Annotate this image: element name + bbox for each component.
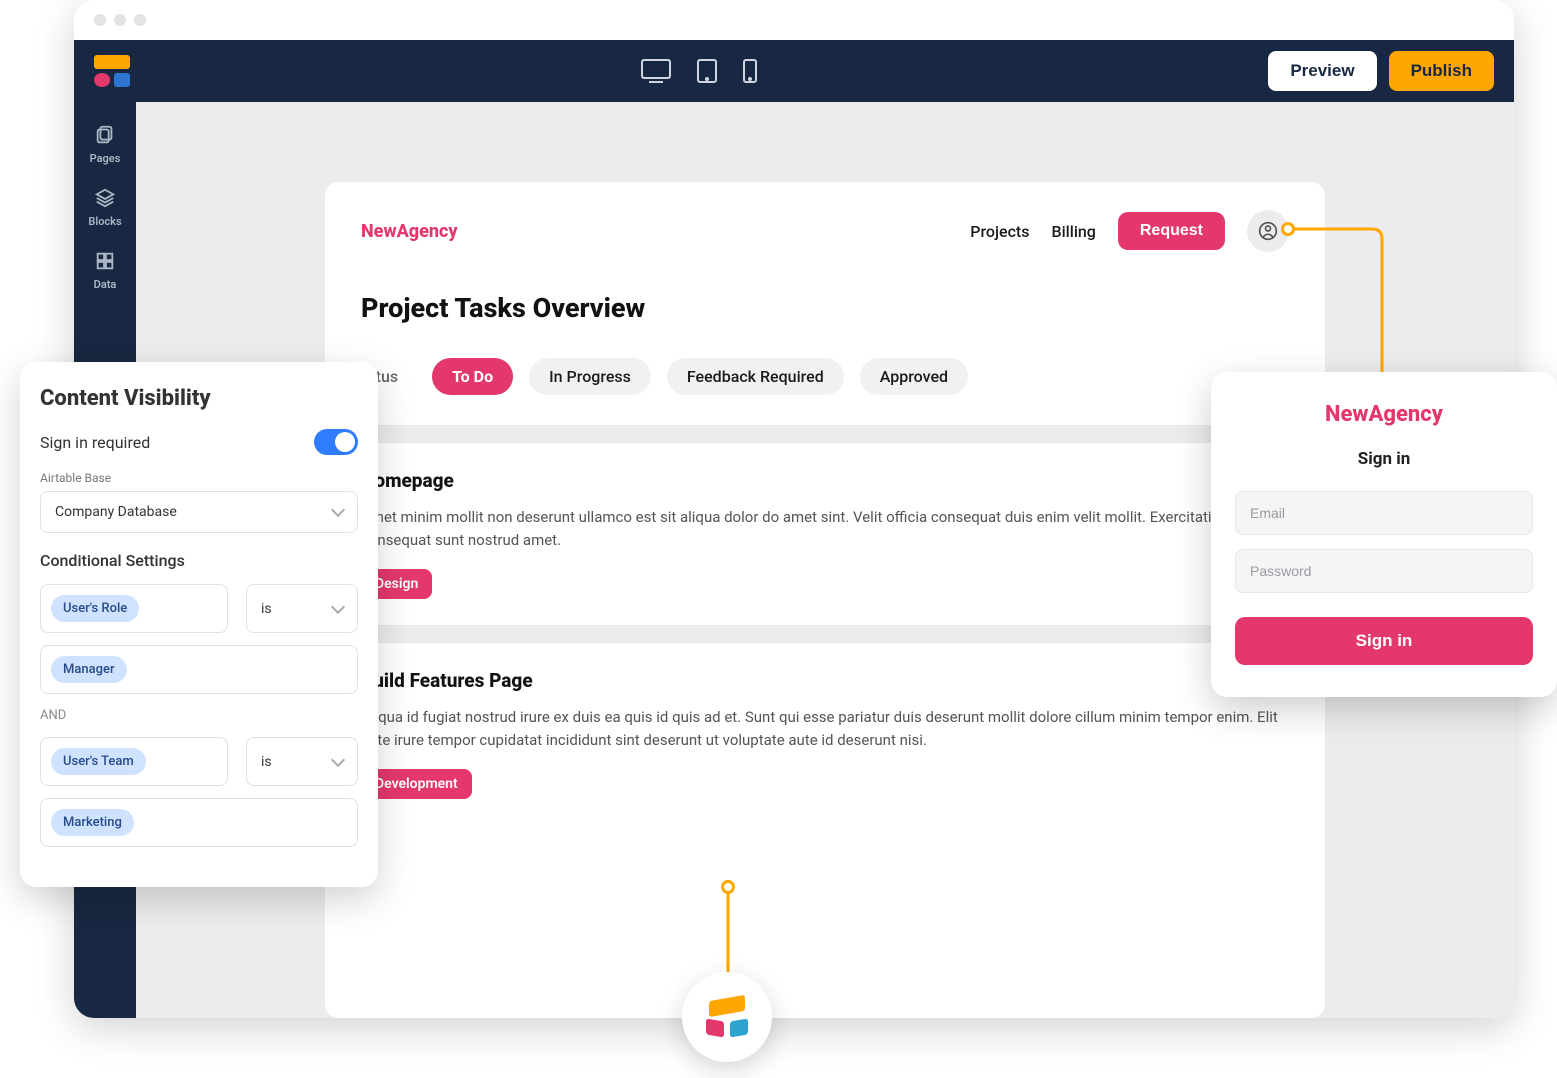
rail-item-label: Pages [90, 152, 121, 165]
publish-button[interactable]: Publish [1389, 51, 1494, 91]
logo-3d-icon [706, 998, 748, 1036]
condition-field-pill: User's Role [51, 595, 139, 622]
airtable-base-value: Company Database [55, 504, 177, 520]
rail-item-pages[interactable]: Pages [90, 124, 121, 165]
tab-approved[interactable]: Approved [860, 358, 968, 395]
nav-projects[interactable]: Projects [970, 222, 1029, 241]
airtable-base-label: Airtable Base [40, 471, 358, 485]
agency-brand: NewAgency [361, 221, 458, 242]
task-card[interactable]: Homepage Amet minim mollit non deserunt … [325, 443, 1325, 625]
condition-operator[interactable]: is [246, 584, 358, 633]
condition-operator[interactable]: is [246, 737, 358, 786]
tab-in-progress[interactable]: In Progress [529, 358, 651, 395]
visibility-title: Content Visibility [40, 386, 358, 411]
task-card[interactable]: Build Features Page Aliqua id fugiat nos… [325, 643, 1325, 825]
device-switcher [641, 59, 757, 83]
tablet-icon[interactable] [697, 59, 717, 83]
window-dot [134, 14, 146, 26]
conditional-settings-title: Conditional Settings [40, 551, 358, 570]
mobile-icon[interactable] [743, 59, 757, 83]
user-icon [1258, 221, 1278, 241]
preview-card: NewAgency Projects Billing Request Proje… [325, 182, 1325, 1018]
window-dot [114, 14, 126, 26]
brand-logo [94, 55, 130, 87]
connector-node [1281, 222, 1295, 236]
request-button[interactable]: Request [1118, 212, 1225, 250]
rail-item-blocks[interactable]: Blocks [88, 187, 121, 228]
visibility-panel: Content Visibility Sign in required Airt… [20, 362, 378, 887]
password-field[interactable] [1235, 549, 1533, 593]
status-tabs: atus To Do In Progress Feedback Required… [325, 358, 1325, 425]
task-desc: Aliqua id fugiat nostrud irure ex duis e… [361, 706, 1289, 751]
condition-value[interactable]: Marketing [40, 798, 358, 847]
condition-field[interactable]: User's Role [40, 584, 228, 633]
nav-billing[interactable]: Billing [1051, 222, 1095, 241]
rail-item-data[interactable]: Data [94, 250, 117, 291]
task-desc: Amet minim mollit non deserunt ullamco e… [361, 506, 1289, 551]
chevron-down-icon [331, 752, 345, 766]
condition-value[interactable]: Manager [40, 645, 358, 694]
email-field[interactable] [1235, 491, 1533, 535]
chevron-down-icon [331, 503, 345, 517]
condition-op-value: is [261, 601, 272, 617]
signin-brand: NewAgency [1235, 402, 1533, 427]
signin-required-label: Sign in required [40, 433, 150, 452]
condition-op-value: is [261, 754, 272, 770]
condition-field-pill: User's Team [51, 748, 146, 775]
signin-button[interactable]: Sign in [1235, 617, 1533, 665]
condition-value-pill: Manager [51, 656, 127, 683]
top-bar: Preview Publish [74, 40, 1514, 102]
task-title: Homepage [361, 469, 1289, 492]
preview-button[interactable]: Preview [1268, 51, 1376, 91]
airtable-base-select[interactable]: Company Database [40, 491, 358, 533]
window-dot [94, 14, 106, 26]
logo-badge [682, 972, 772, 1062]
condition-field[interactable]: User's Team [40, 737, 228, 786]
signin-panel: NewAgency Sign in Sign in [1211, 372, 1557, 697]
connector-node [721, 880, 735, 894]
condition-value-pill: Marketing [51, 809, 134, 836]
signin-required-toggle[interactable] [314, 429, 358, 455]
desktop-icon[interactable] [641, 59, 671, 83]
rail-item-label: Data [94, 278, 117, 291]
rail-item-label: Blocks [88, 215, 121, 228]
chevron-down-icon [331, 599, 345, 613]
window-titlebar [74, 0, 1514, 40]
tab-todo[interactable]: To Do [432, 358, 513, 395]
page-title: Project Tasks Overview [325, 282, 1325, 358]
task-title: Build Features Page [361, 669, 1289, 692]
condition-and-label: AND [40, 708, 358, 723]
signin-heading: Sign in [1235, 449, 1533, 469]
tab-feedback[interactable]: Feedback Required [667, 358, 844, 395]
